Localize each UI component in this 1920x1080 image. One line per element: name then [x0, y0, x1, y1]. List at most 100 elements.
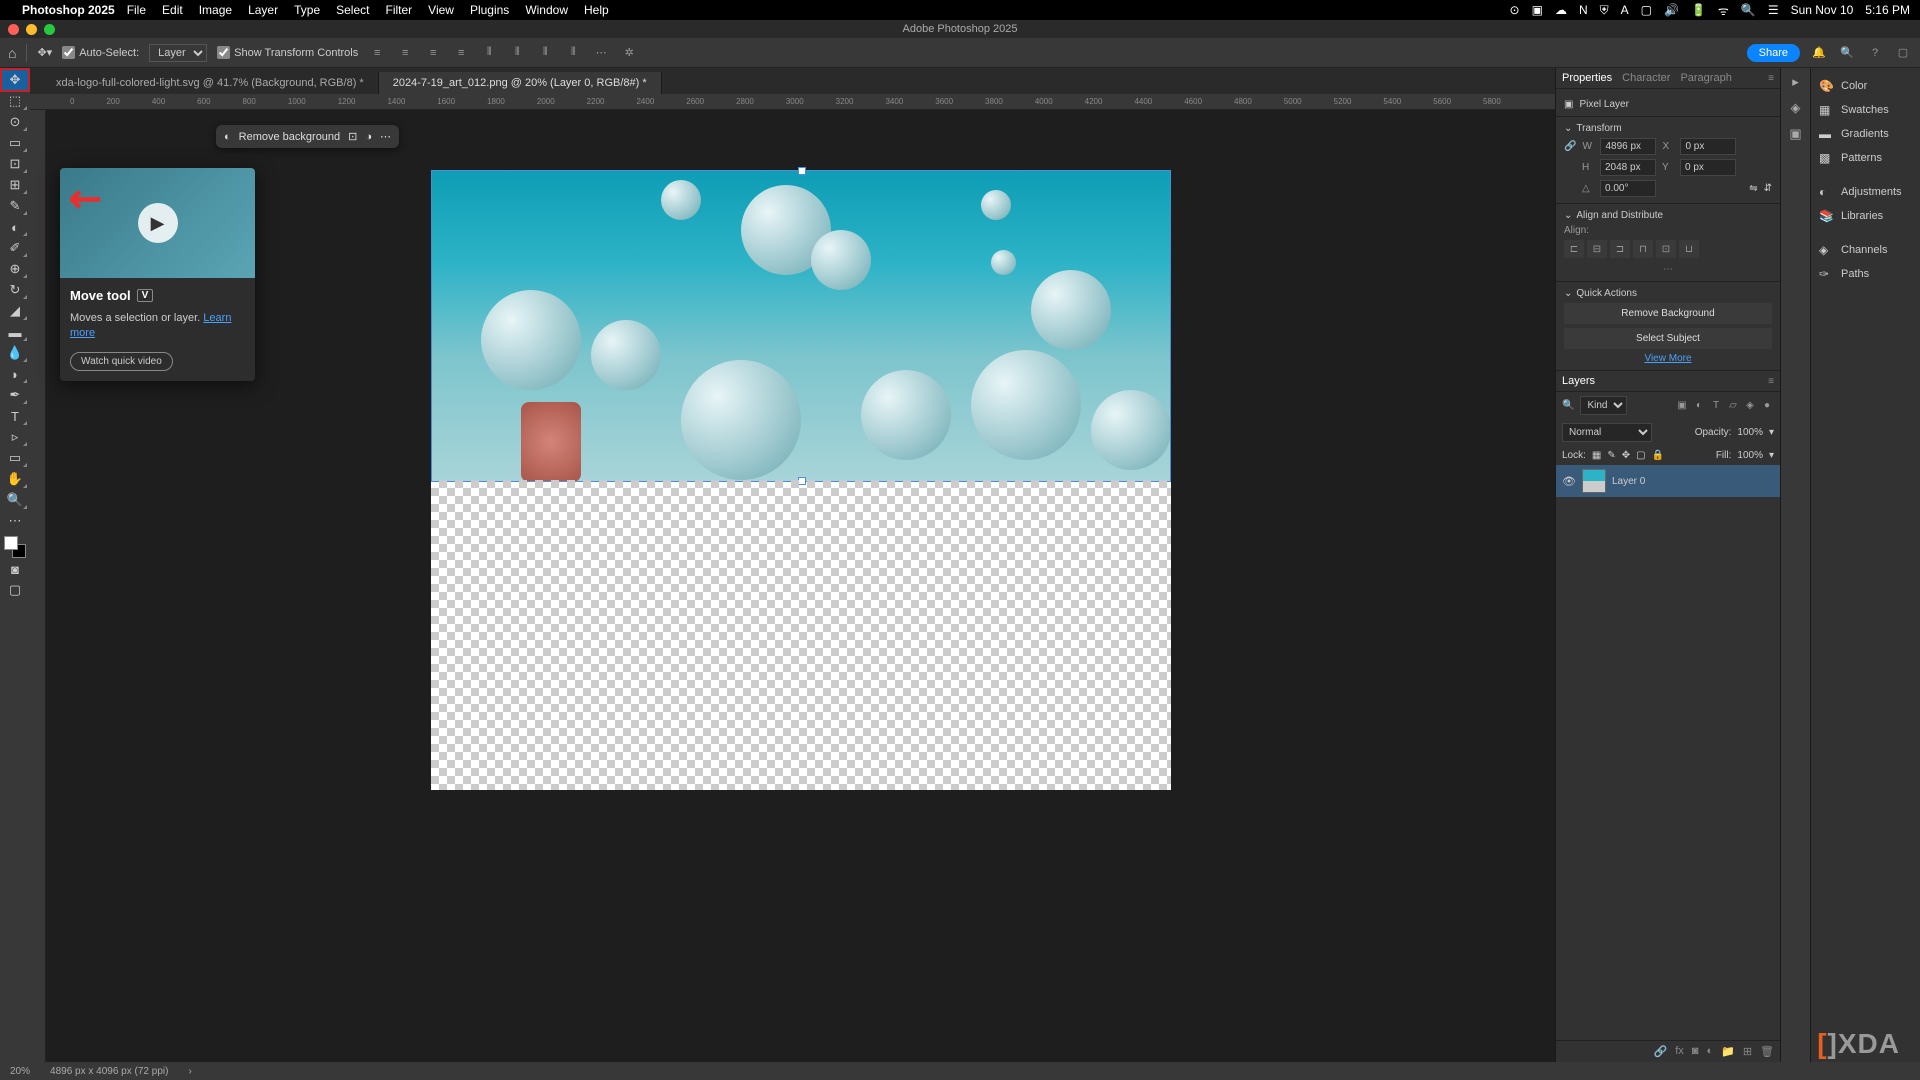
notifications-icon[interactable]: 🔔: [1810, 44, 1828, 62]
layer-style-icon[interactable]: fx: [1675, 1045, 1684, 1058]
menu-file[interactable]: File: [127, 3, 146, 17]
status-chevron-icon[interactable]: ›: [188, 1066, 191, 1077]
foreground-background-colors[interactable]: [4, 536, 26, 558]
image-layer[interactable]: [431, 170, 1171, 482]
blur-tool[interactable]: 💧: [2, 343, 28, 363]
color-panel-button[interactable]: 🎨Color: [1811, 74, 1920, 98]
delete-layer-icon[interactable]: 🗑: [1760, 1045, 1774, 1058]
share-button[interactable]: Share: [1747, 44, 1800, 62]
distribute-v-icon[interactable]: ⫴: [564, 44, 582, 62]
screen-mode-tool[interactable]: ▢: [2, 580, 28, 600]
volume-icon[interactable]: 🔊: [1664, 3, 1679, 17]
layer-item-0[interactable]: 👁 Layer 0: [1556, 465, 1780, 497]
dock-icon-2[interactable]: ▣: [1789, 126, 1801, 142]
filter-smart-icon[interactable]: ◈: [1743, 399, 1757, 413]
more-icon[interactable]: ⋯: [592, 44, 610, 62]
filter-pixel-icon[interactable]: ▣: [1675, 399, 1689, 413]
eraser-tool[interactable]: ◢: [2, 301, 28, 321]
3d-mode-icon[interactable]: ✲: [620, 44, 638, 62]
brush-tool[interactable]: ✐: [2, 238, 28, 258]
remove-background-button[interactable]: Remove Background: [1564, 303, 1772, 324]
mask-icon[interactable]: ◑: [365, 131, 372, 143]
path-tool[interactable]: ▹: [2, 427, 28, 447]
align-left-btn[interactable]: ⊏: [1564, 240, 1584, 258]
transform-icon[interactable]: ⊡: [348, 130, 357, 143]
move-tool-icon[interactable]: ✥▾: [37, 46, 52, 59]
move-tool[interactable]: ✥: [2, 70, 28, 90]
layers-tab[interactable]: Layers: [1562, 375, 1595, 387]
flip-h-icon[interactable]: ⇋: [1749, 183, 1757, 194]
menu-edit[interactable]: Edit: [162, 3, 183, 17]
menu-image[interactable]: Image: [199, 3, 232, 17]
eyedropper-tool[interactable]: ✎: [2, 196, 28, 216]
properties-tab[interactable]: Properties: [1562, 72, 1612, 84]
workspace-icon[interactable]: ▢: [1894, 44, 1912, 62]
align-middle-icon[interactable]: ⫴: [508, 44, 526, 62]
zoom-level[interactable]: 20%: [10, 1066, 30, 1077]
adobe-icon[interactable]: A: [1621, 3, 1629, 17]
blend-mode-select[interactable]: Normal: [1562, 423, 1652, 442]
wifi-icon[interactable]: ᯤ: [1718, 2, 1729, 19]
shield-icon[interactable]: ⛨: [1600, 3, 1609, 18]
width-input[interactable]: [1600, 138, 1656, 155]
zoom-tool[interactable]: 🔍: [2, 490, 28, 510]
dodge-tool[interactable]: ◗: [2, 364, 28, 384]
layer-thumbnail[interactable]: [1582, 469, 1606, 493]
marquee-tool[interactable]: ⬚: [2, 91, 28, 111]
type-tool[interactable]: T: [2, 406, 28, 426]
menu-window[interactable]: Window: [525, 3, 568, 17]
menu-view[interactable]: View: [428, 3, 454, 17]
dock-icon-1[interactable]: ◈: [1791, 100, 1801, 116]
document-tab-1[interactable]: xda-logo-full-colored-light.svg @ 41.7% …: [42, 72, 379, 94]
menu-filter[interactable]: Filter: [385, 3, 412, 17]
canvas-viewport[interactable]: ◐ Remove background ⊡ ◑ ⋯: [46, 110, 1555, 1062]
adjustments-panel-button[interactable]: ◐Adjustments: [1811, 180, 1920, 204]
stamp-tool[interactable]: ⊕: [2, 259, 28, 279]
status-icon-1[interactable]: ⊙: [1510, 3, 1520, 17]
layers-menu-icon[interactable]: ≡: [1768, 376, 1774, 387]
gradient-tool[interactable]: ▬: [2, 322, 28, 342]
lock-image-icon[interactable]: ✎: [1607, 450, 1615, 461]
opacity-value[interactable]: 100%: [1737, 427, 1763, 438]
menu-help[interactable]: Help: [584, 3, 609, 17]
edit-toolbar[interactable]: ⋯: [2, 511, 28, 531]
y-input[interactable]: [1680, 159, 1736, 176]
align-center-h-btn[interactable]: ⊟: [1587, 240, 1607, 258]
search-icon[interactable]: 🔍: [1741, 3, 1756, 17]
new-layer-icon[interactable]: ⊞: [1743, 1045, 1752, 1058]
view-more-link[interactable]: View More: [1564, 353, 1772, 364]
menu-select[interactable]: Select: [336, 3, 369, 17]
libraries-panel-button[interactable]: 📚Libraries: [1811, 204, 1920, 228]
stack-icon[interactable]: ▢: [1641, 3, 1652, 17]
align-bottom-icon[interactable]: ⫴: [536, 44, 554, 62]
adjustment-layer-icon[interactable]: ◐: [1706, 1045, 1713, 1058]
lock-all-icon[interactable]: 🔒: [1652, 450, 1664, 461]
menubar-date[interactable]: Sun Nov 10: [1791, 3, 1854, 17]
history-brush-tool[interactable]: ↻: [2, 280, 28, 300]
align-right-icon[interactable]: ≡: [424, 44, 442, 62]
filter-kind-select[interactable]: Kind: [1580, 396, 1627, 415]
menu-type[interactable]: Type: [294, 3, 320, 17]
quick-actions-section[interactable]: Quick Actions: [1564, 288, 1772, 299]
align-top-icon[interactable]: ⫴: [480, 44, 498, 62]
status-icon-3[interactable]: ☁: [1555, 3, 1567, 17]
help-icon[interactable]: ?: [1866, 44, 1884, 62]
fill-value[interactable]: 100%: [1737, 450, 1763, 461]
menu-plugins[interactable]: Plugins: [470, 3, 509, 17]
filter-search-icon[interactable]: 🔍: [1562, 400, 1574, 411]
frame-tool[interactable]: ⊞: [2, 175, 28, 195]
filter-adjustment-icon[interactable]: ◐: [1692, 399, 1706, 413]
paths-panel-button[interactable]: ✑Paths: [1811, 262, 1920, 286]
hand-tool[interactable]: ✋: [2, 469, 28, 489]
group-icon[interactable]: 📁: [1721, 1045, 1735, 1058]
height-input[interactable]: [1600, 159, 1656, 176]
layer-visibility-icon[interactable]: 👁: [1562, 475, 1576, 488]
gradients-panel-button[interactable]: ▬Gradients: [1811, 122, 1920, 146]
filter-toggle-icon[interactable]: ●: [1760, 399, 1774, 413]
paragraph-tab[interactable]: Paragraph: [1680, 72, 1731, 84]
angle-input[interactable]: [1600, 180, 1656, 197]
minimize-window-button[interactable]: [26, 24, 37, 35]
control-center-icon[interactable]: ☰: [1768, 3, 1779, 17]
battery-icon[interactable]: 🔋: [1691, 3, 1706, 17]
swatches-panel-button[interactable]: ▦Swatches: [1811, 98, 1920, 122]
